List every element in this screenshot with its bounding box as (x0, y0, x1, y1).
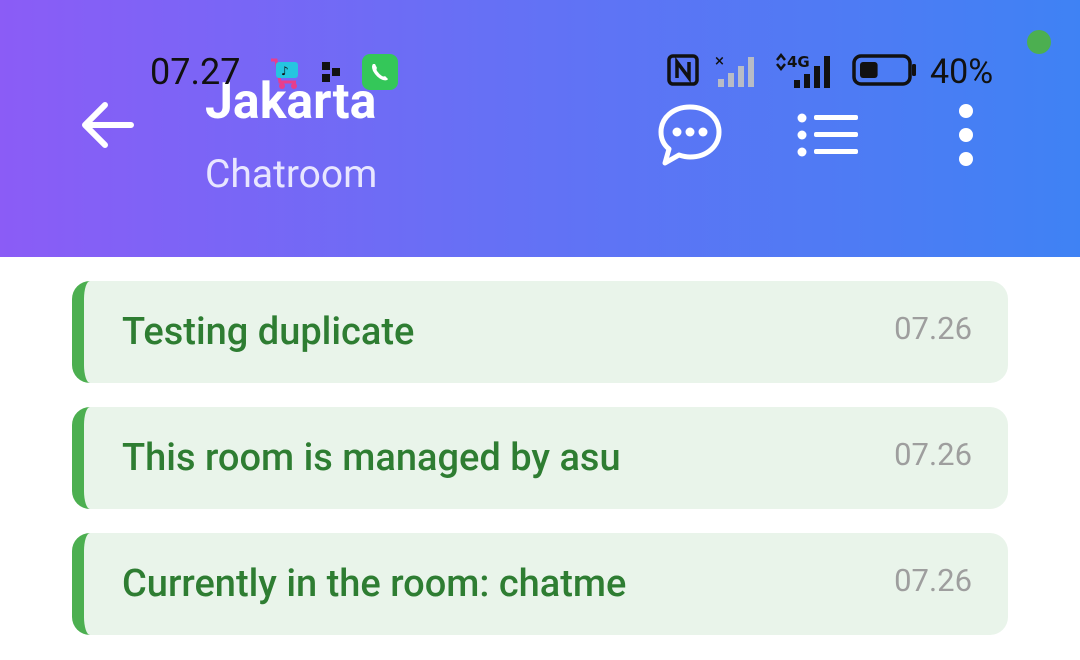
whatsapp-icon (362, 54, 398, 94)
message-time: 07.26 (894, 436, 972, 473)
battery-icon (852, 54, 918, 90)
battery-percent: 40% (930, 52, 994, 92)
nfc-icon (666, 53, 700, 91)
status-time: 07.27 (150, 51, 241, 93)
message-time: 07.26 (894, 310, 972, 347)
page-subtitle: Chatroom (205, 151, 378, 197)
list-icon (797, 113, 858, 157)
app-icon (320, 60, 344, 88)
message-item[interactable]: Testing duplicate 07.26 (72, 281, 1008, 383)
message-text: Testing duplicate (122, 310, 415, 354)
message-text: This room is managed by asu (122, 436, 621, 480)
message-item[interactable]: Currently in the room: chatme 07.26 (72, 533, 1008, 635)
chat-icon (658, 104, 722, 166)
chat-button[interactable] (655, 100, 725, 170)
app-header (0, 0, 1080, 257)
privacy-indicator-dot (1027, 30, 1051, 54)
status-notification-icons: ♪ (268, 54, 398, 94)
svg-text:♪: ♪ (281, 64, 289, 78)
tiktok-icon: ♪ (268, 54, 302, 94)
network-type: 4G (787, 53, 810, 71)
signal-no-sim-icon: × (714, 53, 760, 91)
list-button[interactable] (793, 100, 863, 170)
signal-4g-icon: 4G (774, 52, 836, 92)
message-time: 07.26 (894, 562, 972, 599)
more-vert-icon (959, 104, 973, 166)
status-system-icons: × 4G 40% (666, 52, 993, 92)
message-text: Currently in the room: chatme (122, 562, 627, 606)
message-item[interactable]: This room is managed by asu 07.26 (72, 407, 1008, 509)
arrow-back-icon (82, 102, 134, 148)
back-button[interactable] (74, 92, 140, 158)
more-options-button[interactable] (931, 100, 1001, 170)
svg-text:×: × (714, 54, 725, 69)
